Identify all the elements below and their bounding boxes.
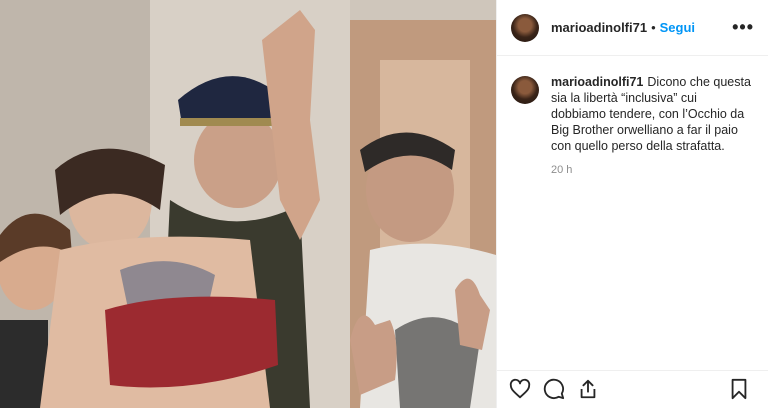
bookmark-icon[interactable] <box>728 378 752 402</box>
action-bar <box>497 370 768 408</box>
comment-icon[interactable] <box>543 378 567 402</box>
header-separator: • <box>651 20 656 35</box>
instagram-post: marioadinolfi71 • Segui ••• marioadinolf… <box>0 0 768 408</box>
caption-avatar[interactable] <box>511 76 539 104</box>
author-avatar[interactable] <box>511 13 539 42</box>
post-header: marioadinolfi71 • Segui ••• <box>497 0 768 56</box>
caption-username[interactable]: marioadinolfi71 <box>551 75 643 89</box>
caption-timestamp[interactable]: 20 h <box>551 164 754 176</box>
photo-illustration <box>0 0 496 408</box>
more-options-icon[interactable]: ••• <box>732 17 754 38</box>
post-photo[interactable] <box>0 0 496 408</box>
author-username[interactable]: marioadinolfi71 <box>551 20 647 35</box>
share-icon[interactable] <box>577 378 601 402</box>
caption-body: marioadinolfi71 Dicono che questa sia la … <box>551 74 754 176</box>
caption-comment: marioadinolfi71 Dicono che questa sia la … <box>497 56 768 176</box>
caption-text-block: marioadinolfi71 Dicono che questa sia la … <box>551 74 754 154</box>
heart-icon[interactable] <box>509 378 533 402</box>
follow-button[interactable]: Segui <box>660 20 695 35</box>
post-side-panel: marioadinolfi71 • Segui ••• marioadinolf… <box>496 0 768 408</box>
